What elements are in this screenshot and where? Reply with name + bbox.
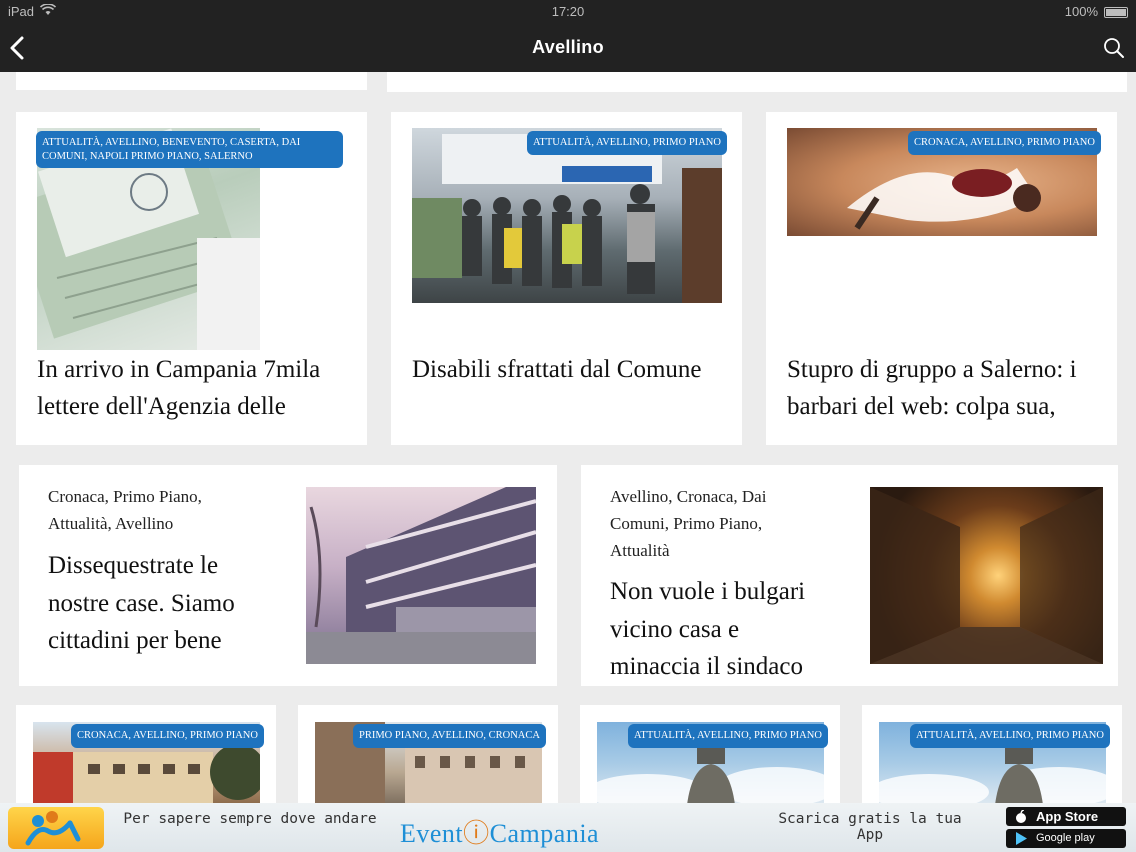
- apple-icon: [1014, 809, 1028, 823]
- page-title: Avellino: [532, 37, 604, 57]
- article-card[interactable]: ATTUALITÀ, AVELLINO, PRIMO PIANO: [862, 705, 1122, 805]
- article-title: Disabili sfrattati dal Comune: [412, 356, 702, 383]
- app-store-badge[interactable]: App Store: [1006, 807, 1126, 826]
- ad-banner[interactable]: Per sapere sempre dove andare EventⓘCamp…: [0, 803, 1136, 852]
- category-badge: PRIMO PIANO, AVELLINO, CRONACA: [353, 724, 546, 748]
- category-badge: CRONACA, AVELLINO, PRIMO PIANO: [908, 131, 1101, 155]
- category-badge: ATTUALITÀ, AVELLINO, PRIMO PIANO: [527, 131, 727, 155]
- status-bar: iPad 17:20 100%: [0, 0, 1136, 24]
- article-card-partial[interactable]: [16, 72, 367, 90]
- category-badge: CRONACA, AVELLINO, PRIMO PIANO: [71, 724, 264, 748]
- category-badge: ATTUALITÀ, AVELLINO, PRIMO PIANO: [628, 724, 828, 748]
- battery-icon: [1104, 7, 1128, 18]
- article-title: Stupro di gruppo a Salerno: i barbari de…: [787, 356, 1077, 420]
- status-time: 17:20: [551, 4, 585, 19]
- article-card[interactable]: CRONACA, AVELLINO, PRIMO PIANO: [16, 705, 276, 805]
- article-categories: Cronaca, Primo Piano, Attualità, Avellin…: [48, 487, 202, 533]
- article-card-wide[interactable]: Cronaca, Primo Piano, Attualità, Avellin…: [19, 465, 557, 686]
- article-card[interactable]: CRONACA, AVELLINO, PRIMO PIANO Stupro di…: [766, 112, 1117, 445]
- category-badge: ATTUALITÀ, AVELLINO, PRIMO PIANO: [910, 724, 1110, 748]
- app-logo-icon: [8, 807, 104, 849]
- article-card[interactable]: PRIMO PIANO, AVELLINO, CRONACA: [298, 705, 558, 805]
- google-play-badge[interactable]: Google play: [1006, 829, 1126, 848]
- article-card[interactable]: ATTUALITÀ, AVELLINO, BENEVENTO, CASERTA,…: [16, 112, 367, 445]
- search-icon[interactable]: [1102, 36, 1126, 60]
- ad-brand-mark: ⓘ: [463, 819, 490, 848]
- ad-brand: EventⓘCampania: [400, 813, 599, 850]
- ad-tagline: Per sapere sempre dove andare: [123, 811, 377, 827]
- article-card-wide[interactable]: Avellino, Cronaca, Dai Comuni, Primo Pia…: [581, 465, 1118, 686]
- app-store-label: App Store: [1036, 809, 1099, 824]
- google-play-label: Google play: [1036, 832, 1095, 844]
- ad-brand-part2: Campania: [489, 819, 600, 848]
- article-card-partial[interactable]: [387, 72, 1127, 92]
- ad-brand-part1: Event: [400, 819, 464, 848]
- article-title: Dissequestrate le nostre case. Siamo cit…: [48, 552, 235, 654]
- navigation-bar: Avellino: [0, 24, 1136, 72]
- battery-percent: 100%: [1064, 4, 1098, 19]
- article-card[interactable]: ATTUALITÀ, AVELLINO, PRIMO PIANO: [580, 705, 840, 805]
- category-badge: ATTUALITÀ, AVELLINO, BENEVENTO, CASERTA,…: [36, 131, 343, 168]
- article-image: [306, 487, 536, 664]
- article-image: [870, 487, 1103, 664]
- article-title: Non vuole i bulgari vicino casa e minacc…: [610, 578, 806, 680]
- article-title: In arrivo in Campania 7mila lettere dell…: [37, 356, 321, 420]
- ad-download-text: Scarica gratis la tua App: [778, 811, 962, 843]
- article-card[interactable]: ATTUALITÀ, AVELLINO, PRIMO PIANO Disabil…: [391, 112, 742, 445]
- article-categories: Avellino, Cronaca, Dai Comuni, Primo Pia…: [610, 487, 767, 560]
- play-icon: [1014, 832, 1028, 845]
